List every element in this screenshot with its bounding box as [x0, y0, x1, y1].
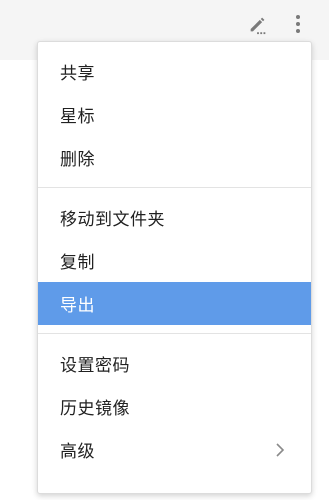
menu-item-star[interactable]: 星标 [38, 93, 311, 136]
menu-item-move-to-folder[interactable]: 移动到文件夹 [38, 196, 311, 239]
chevron-right-icon [276, 443, 285, 457]
edit-button[interactable] [244, 10, 272, 38]
menu-item-history[interactable]: 历史镜像 [38, 385, 311, 428]
menu-item-label: 复制 [60, 253, 95, 273]
menu-item-label: 设置密码 [60, 356, 130, 376]
menu-section-3: 设置密码 历史镜像 高级 [38, 334, 311, 479]
menu-item-label: 导出 [60, 296, 95, 316]
menu-item-set-password[interactable]: 设置密码 [38, 342, 311, 385]
menu-item-label: 星标 [60, 107, 95, 127]
menu-item-label: 共享 [60, 64, 95, 84]
edit-pencil-icon [250, 17, 266, 35]
menu-item-export[interactable]: 导出 [38, 282, 311, 325]
overflow-menu: 共享 星标 删除 移动到文件夹 复制 导出 设置密码 历史镜像 高级 [37, 41, 312, 494]
menu-item-copy[interactable]: 复制 [38, 239, 311, 282]
menu-section-2: 移动到文件夹 复制 导出 [38, 188, 311, 333]
menu-item-share[interactable]: 共享 [38, 50, 311, 93]
menu-item-label: 移动到文件夹 [60, 210, 165, 230]
menu-item-label: 高级 [60, 442, 95, 462]
more-vert-icon [296, 15, 300, 33]
menu-item-advanced[interactable]: 高级 [38, 428, 311, 471]
menu-item-label: 历史镜像 [60, 399, 130, 419]
menu-item-delete[interactable]: 删除 [38, 136, 311, 179]
menu-section-1: 共享 星标 删除 [38, 42, 311, 187]
more-options-button[interactable] [284, 10, 312, 38]
menu-item-label: 删除 [60, 150, 95, 170]
